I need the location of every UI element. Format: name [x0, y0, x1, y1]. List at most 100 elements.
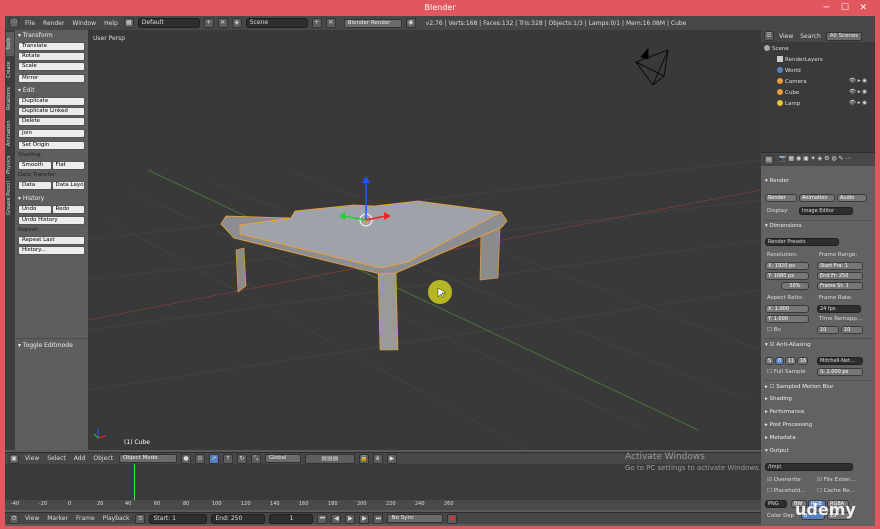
placeholders-checkbox[interactable]: ☐ Placehold...: [767, 488, 805, 494]
flat-button[interactable]: Flat: [51, 161, 85, 170]
res-x-field[interactable]: X: 1920 px: [765, 262, 809, 270]
menu-marker[interactable]: Marker: [45, 515, 70, 522]
add-layout-icon[interactable]: +: [203, 18, 214, 28]
menu-add[interactable]: Add: [72, 455, 88, 462]
record-icon[interactable]: ●: [447, 513, 458, 524]
remap-old-field[interactable]: 10: [817, 326, 839, 334]
smooth-button[interactable]: Smooth: [18, 161, 52, 170]
remap-new-field[interactable]: 10: [841, 326, 863, 334]
menu-object[interactable]: Object: [91, 455, 115, 462]
dimensions-panel-header[interactable]: ▾ Dimensions: [765, 223, 802, 229]
metadata-panel-header[interactable]: ▸ Metadata: [765, 435, 796, 441]
maximize-button[interactable]: ☐: [841, 0, 849, 16]
cache-result-checkbox[interactable]: ☐ Cache Re...: [817, 488, 855, 494]
outliner-item-world[interactable]: World: [777, 67, 801, 74]
mode-select[interactable]: Object Mode: [118, 454, 177, 463]
operator-header[interactable]: ▾ Toggle Editmode: [18, 341, 85, 351]
frame-step-field[interactable]: Frame St: 1: [817, 282, 863, 290]
undo-button[interactable]: Undo: [18, 205, 52, 214]
jump-start-icon[interactable]: ⏮: [317, 513, 328, 524]
tab-relations[interactable]: Relations: [6, 84, 14, 114]
data-layout-button[interactable]: Data Layo: [51, 181, 85, 190]
current-frame-field[interactable]: 1: [269, 513, 314, 524]
start-frame-field[interactable]: Start: 1: [149, 513, 208, 524]
add-scene-icon[interactable]: +: [311, 18, 322, 28]
menu-frame[interactable]: Frame: [74, 515, 97, 522]
edit-panel-header[interactable]: ▾ Edit: [18, 86, 85, 96]
editor-type-icon[interactable]: ⏱: [9, 513, 19, 524]
aa-11-button[interactable]: 11: [785, 357, 796, 365]
outliner-item-scene[interactable]: Scene: [764, 45, 789, 52]
prev-key-icon[interactable]: ◀: [331, 513, 342, 524]
aa-filter-select[interactable]: Mitchell-Net...: [817, 357, 863, 365]
remove-layout-icon[interactable]: ✕: [217, 18, 228, 28]
layers-icon[interactable]: ▤▤▤: [304, 453, 355, 464]
menu-window[interactable]: Window: [70, 20, 98, 27]
border-checkbox[interactable]: ☐ Bo: [767, 327, 781, 333]
tab-physics[interactable]: Physics: [6, 152, 14, 178]
tab-create[interactable]: Create: [6, 58, 14, 82]
close-button[interactable]: ✕: [859, 0, 867, 16]
delete-button[interactable]: Delete: [18, 117, 85, 126]
scene-field[interactable]: Scene: [245, 18, 308, 28]
repeat-last-button[interactable]: Repeat Last: [18, 236, 85, 245]
context-tabs-icons[interactable]: 📷 ▦ ◉ ▣ ✦ ◈ ⚙ ◍ ✎ ⋯: [779, 155, 852, 162]
data-button[interactable]: Data: [18, 181, 52, 190]
screen-layout-field[interactable]: Default: [137, 18, 200, 28]
outliner-item-renderlayers[interactable]: RenderLayers: [777, 56, 823, 63]
aspect-y-field[interactable]: Y: 1.000: [765, 315, 809, 323]
render-engine-select[interactable]: Blender Render: [343, 18, 402, 28]
post-processing-panel-header[interactable]: ▸ Post Processing: [765, 422, 812, 428]
fps-select[interactable]: 24 fps: [817, 305, 861, 313]
pivot-icon[interactable]: ⊙: [194, 453, 205, 464]
shading-panel-header[interactable]: ▸ Shading: [765, 396, 792, 402]
filter-size-field[interactable]: S: 1.000 px: [817, 368, 863, 376]
minimize-button[interactable]: ─: [824, 0, 829, 16]
editor-type-icon[interactable]: ▤: [764, 155, 774, 165]
file-format-select[interactable]: PNG: [765, 500, 787, 508]
tab-animation[interactable]: Animation: [6, 116, 14, 150]
jump-end-icon[interactable]: ⏭: [373, 513, 384, 524]
performance-panel-header[interactable]: ▸ Performance: [765, 409, 804, 415]
editor-type-icon[interactable]: ☰: [764, 31, 774, 41]
overwrite-checkbox[interactable]: ☑ Overwrite: [767, 477, 801, 483]
aa-5-button[interactable]: 5: [765, 357, 774, 365]
3d-viewport[interactable]: User Persp (1) Cube: [88, 30, 761, 450]
translate-button[interactable]: Translate: [18, 42, 85, 51]
aa-16-button[interactable]: 16: [797, 357, 808, 365]
history-button[interactable]: History...: [18, 246, 85, 255]
editor-type-icon[interactable]: ⓘ: [9, 18, 19, 28]
tab-grease-pencil[interactable]: Grease Pencil: [6, 180, 14, 216]
scale-manip-icon[interactable]: ⤡: [250, 453, 261, 464]
lock-icon[interactable]: 🔒: [358, 453, 369, 464]
tab-tools[interactable]: Tools: [6, 32, 14, 56]
menu-playback[interactable]: Playback: [101, 515, 132, 522]
undo-history-button[interactable]: Undo History: [18, 216, 85, 225]
next-key-icon[interactable]: ▶: [359, 513, 370, 524]
render-button[interactable]: Render: [765, 194, 797, 202]
full-sample-checkbox[interactable]: ☐ Full Sample: [767, 369, 805, 375]
render-panel-header[interactable]: ▾ Render: [765, 178, 789, 184]
end-frame-field[interactable]: End: 250: [211, 513, 266, 524]
display-select[interactable]: Image Editor: [799, 207, 853, 215]
render-preview-icon[interactable]: ▶: [386, 453, 397, 464]
rotate-button[interactable]: Rotate: [18, 52, 85, 61]
remove-scene-icon[interactable]: ✕: [325, 18, 336, 28]
aa-8-button[interactable]: 8: [775, 357, 784, 365]
visibility-icons[interactable]: 👁 ▸ ◉: [849, 78, 867, 84]
outliner-search-menu[interactable]: Search: [798, 33, 823, 40]
motion-blur-panel-header[interactable]: ▸ ☐ Sampled Motion Blur: [765, 384, 834, 390]
display-mode-select[interactable]: All Scenes: [825, 31, 863, 41]
end-frame-field[interactable]: End Fr: 250: [817, 272, 863, 280]
res-y-field[interactable]: Y: 1080 px: [765, 272, 809, 280]
shading-mode-icon[interactable]: ●: [180, 453, 191, 464]
play-icon[interactable]: ▶: [345, 513, 356, 524]
mirror-button[interactable]: Mirror: [18, 74, 85, 83]
render-presets-select[interactable]: Render Presets: [765, 238, 839, 246]
audio-button[interactable]: Audio: [837, 194, 867, 202]
scale-button[interactable]: Scale: [18, 62, 85, 71]
join-button[interactable]: Join: [18, 129, 85, 138]
outliner-item-camera[interactable]: Camera: [777, 78, 807, 85]
visibility-icons[interactable]: 👁 ▸ ◉: [849, 89, 867, 95]
editor-type-icon[interactable]: ▣: [9, 453, 19, 464]
